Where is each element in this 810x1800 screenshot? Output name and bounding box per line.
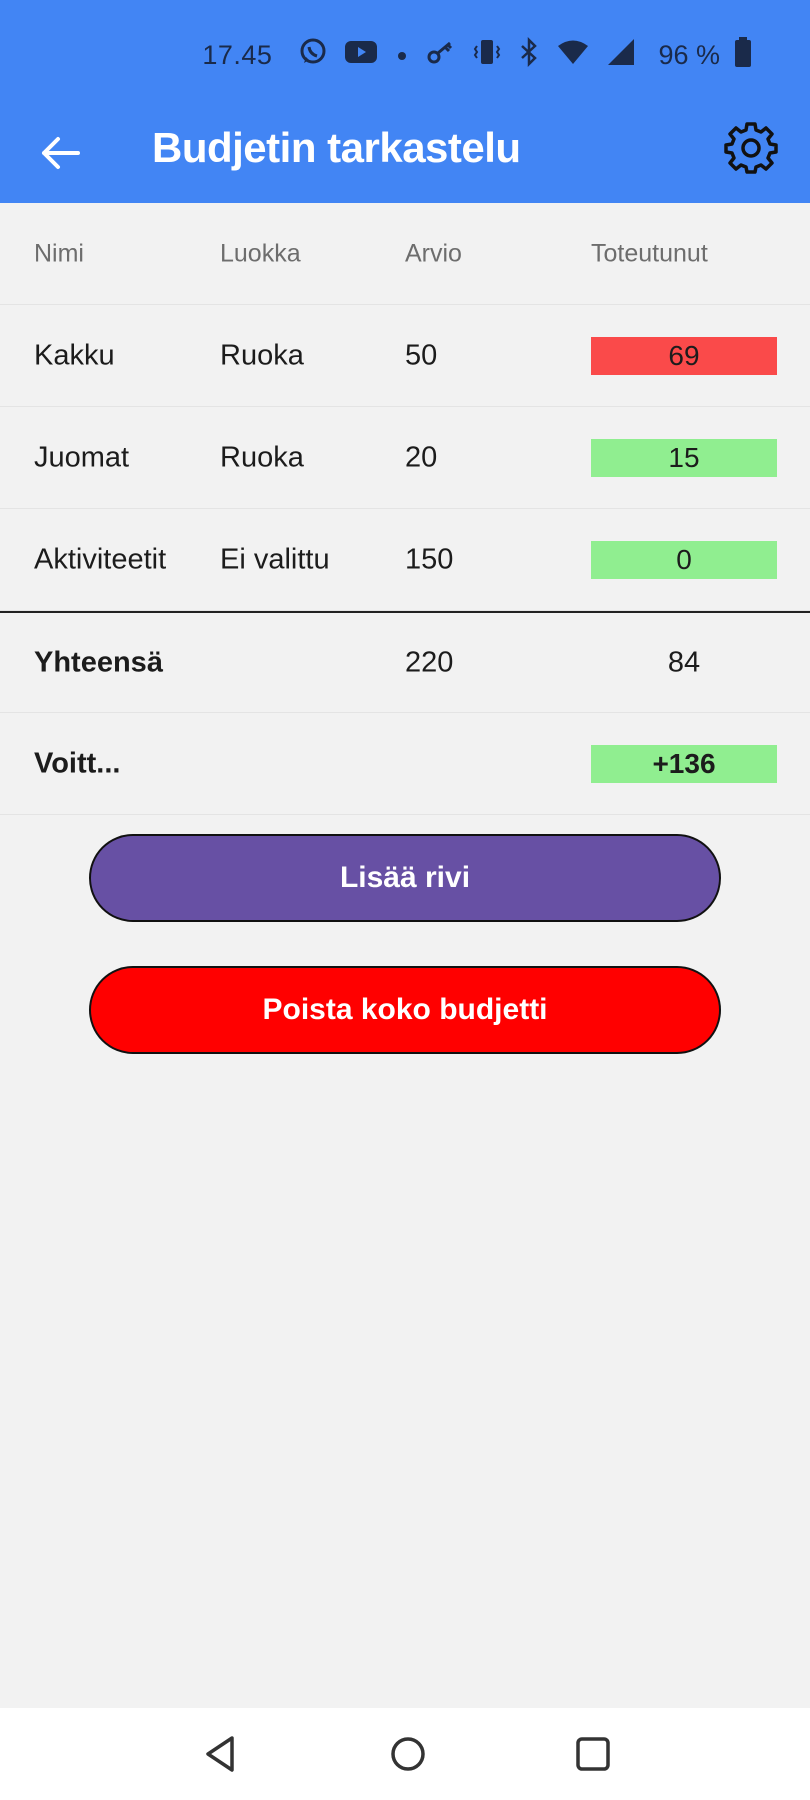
home-circle-icon [386, 1737, 430, 1780]
row-estimate: 50 [405, 339, 438, 371]
recents-square-icon [571, 1737, 615, 1780]
battery-percent: 96 % [658, 39, 720, 70]
youtube-icon [344, 39, 378, 72]
delete-budget-button[interactable]: Poista koko budjetti [89, 966, 721, 1054]
row-actual-over-budget: 69 [591, 336, 777, 375]
signal-icon [606, 37, 636, 74]
wifi-icon [556, 37, 590, 74]
total-row: Yhteensä 220 84 [0, 611, 810, 713]
total-estimate: 220 [405, 646, 454, 678]
row-category: Ruoka [220, 339, 304, 371]
row-estimate: 20 [405, 441, 438, 473]
row-name: Kakku [34, 339, 115, 371]
vibrate-icon [472, 37, 502, 74]
column-header-estimate: Arvio [405, 239, 462, 267]
page-title: Budjetin tarkastelu [152, 124, 521, 171]
system-nav-bar [0, 1708, 810, 1800]
profit-label: Voitt... [34, 747, 121, 779]
table-row[interactable]: Aktiviteetit Ei valittu 150 0 [0, 509, 810, 611]
table-row[interactable]: Kakku Ruoka 50 69 [0, 305, 810, 407]
row-name: Juomat [34, 441, 130, 473]
table-row[interactable]: Juomat Ruoka 20 15 [0, 407, 810, 509]
row-category: Ei valittu [220, 543, 330, 575]
row-estimate: 150 [405, 543, 454, 575]
row-actual-under-budget: 0 [591, 540, 777, 579]
battery-icon [734, 36, 752, 75]
budget-table: Nimi Luokka Arvio Toteutunut Kakku Ruoka… [0, 203, 810, 815]
total-label: Yhteensä [34, 646, 163, 678]
row-name: Aktiviteetit [34, 543, 167, 575]
key-icon [426, 37, 456, 74]
column-header-category: Luokka [220, 239, 301, 267]
back-triangle-icon [200, 1736, 244, 1780]
arrow-left-icon [36, 137, 86, 182]
status-time: 17.45 [202, 39, 273, 70]
whatsapp-icon [298, 37, 328, 74]
total-actual: 84 [667, 646, 701, 678]
table-header-row: Nimi Luokka Arvio Toteutunut [0, 203, 810, 305]
app-bar: Budjetin tarkastelu [0, 110, 810, 203]
header: 17.45 96 % Budjetin tarkastelu [0, 0, 810, 203]
settings-button[interactable] [724, 121, 778, 175]
nav-home-button[interactable] [386, 1732, 430, 1776]
status-bar: 17.45 96 % [0, 0, 810, 110]
row-category: Ruoka [220, 441, 304, 473]
gear-icon [724, 122, 778, 179]
nav-back-button[interactable] [200, 1732, 244, 1776]
nav-recents-button[interactable] [571, 1732, 615, 1776]
add-row-button[interactable]: Lisää rivi [89, 834, 721, 922]
dot-icon [394, 40, 410, 71]
profit-value: +136 [591, 744, 777, 783]
row-actual-under-budget: 15 [591, 438, 777, 477]
back-button[interactable] [36, 128, 86, 178]
column-header-actual: Toteutunut [591, 239, 708, 267]
profit-row: Voitt... +136 [0, 713, 810, 815]
bluetooth-icon [518, 36, 540, 74]
column-header-name: Nimi [34, 239, 84, 267]
